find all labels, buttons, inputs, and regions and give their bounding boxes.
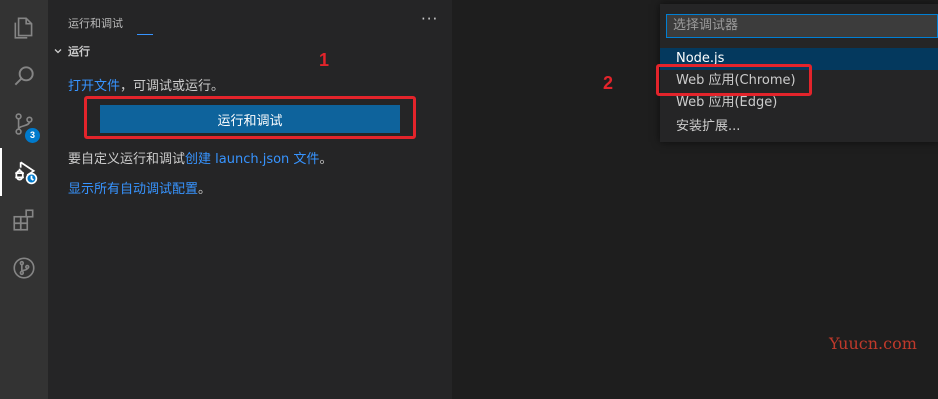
source-control-badge: 3 bbox=[25, 128, 40, 143]
customize-prefix: 要自定义运行和调试 bbox=[68, 152, 186, 167]
search-icon bbox=[14, 66, 34, 86]
sidebar-title-underline bbox=[137, 34, 153, 35]
extensions-icon bbox=[13, 209, 34, 231]
open-file-rest: ，可调试或运行。 bbox=[120, 79, 225, 94]
run-debug-sidebar: 运行和调试 ··· 运行 打开文件，可调试或运行。 运行和调试 要自定义运行和调… bbox=[48, 0, 452, 399]
activity-bar: 3 bbox=[0, 0, 48, 399]
show-all-text: 显示所有自动调试配置。 bbox=[68, 178, 211, 197]
open-file-link[interactable]: 打开文件 bbox=[68, 79, 120, 94]
explorer-icon bbox=[14, 17, 33, 39]
highlight-box-web-chrome bbox=[656, 64, 812, 96]
section-title: 运行 bbox=[68, 45, 90, 58]
activity-remote[interactable] bbox=[0, 244, 48, 292]
show-all-configs-link[interactable]: 显示所有自动调试配置 bbox=[68, 182, 198, 197]
annotation-step-1: 1 bbox=[319, 50, 330, 70]
open-file-text: 打开文件，可调试或运行。 bbox=[68, 75, 224, 94]
annotation-step-2: 2 bbox=[603, 73, 614, 93]
debugger-search-input[interactable]: 选择调试器 bbox=[666, 14, 938, 38]
remote-icon bbox=[13, 257, 35, 279]
chevron-down-icon bbox=[54, 49, 62, 54]
sidebar-title: 运行和调试 bbox=[68, 17, 123, 30]
create-launch-json-link[interactable]: 创建 launch.json 文件 bbox=[185, 152, 319, 167]
highlight-box-run-button bbox=[84, 96, 416, 139]
quick-pick-item-install-extensions[interactable]: 安装扩展... bbox=[660, 116, 938, 138]
activity-source-control[interactable]: 3 bbox=[0, 100, 48, 148]
run-debug-icon bbox=[15, 161, 38, 185]
activity-explorer[interactable] bbox=[0, 4, 48, 52]
activity-search[interactable] bbox=[0, 52, 48, 100]
activity-run-debug[interactable] bbox=[0, 148, 48, 196]
customize-suffix: 。 bbox=[319, 152, 333, 167]
show-all-suffix: 。 bbox=[198, 182, 212, 197]
section-header-run[interactable]: 运行 bbox=[52, 42, 90, 60]
watermark-text: Yuucn.com bbox=[829, 334, 917, 353]
more-actions-button[interactable]: ··· bbox=[421, 10, 438, 28]
customize-text: 要自定义运行和调试创建 launch.json 文件。 bbox=[68, 148, 332, 167]
activity-extensions[interactable] bbox=[0, 196, 48, 244]
